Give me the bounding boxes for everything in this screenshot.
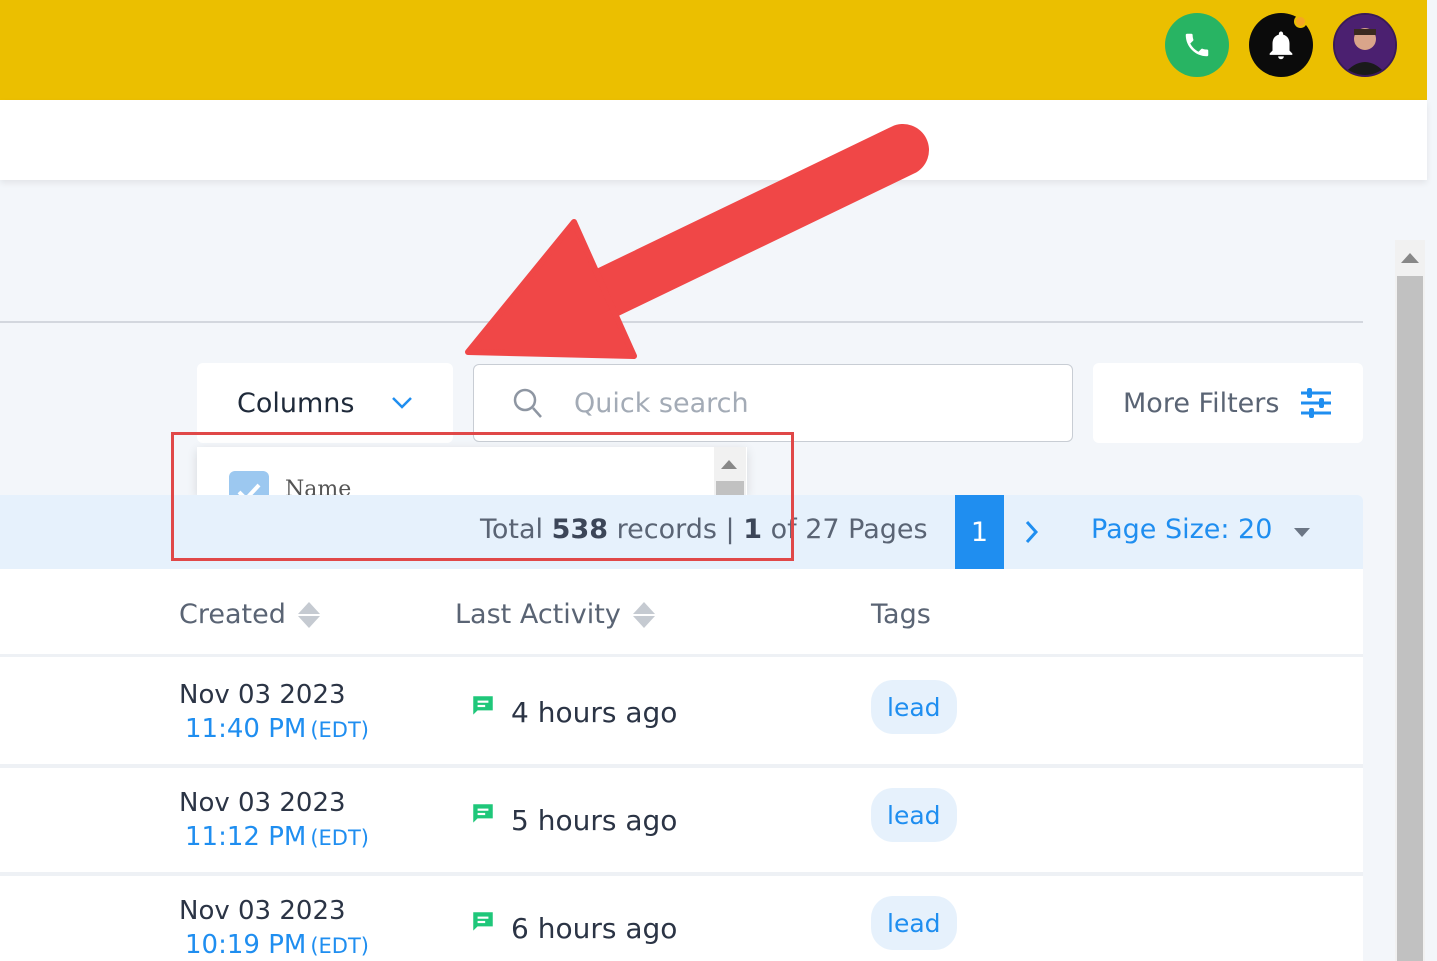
message-icon — [473, 912, 493, 931]
records-label: records | — [616, 514, 735, 545]
sliders-icon — [1301, 388, 1331, 418]
columns-button[interactable]: Columns — [197, 363, 453, 443]
name-column-checkbox[interactable] — [229, 471, 269, 495]
scroll-up-icon[interactable] — [1401, 253, 1419, 263]
dropdown-scrollbar[interactable] — [714, 447, 746, 495]
created-time: 11:12 PM (EDT) — [185, 822, 369, 852]
timezone: (EDT) — [310, 826, 369, 850]
created-time: 11:40 PM (EDT) — [185, 714, 369, 744]
header-tags-label: Tags — [871, 599, 931, 630]
message-icon — [473, 696, 493, 715]
contacts-table: Created Last Activity Tags Nov 03 2023 1… — [0, 569, 1363, 961]
tag-badge[interactable]: lead — [871, 896, 957, 950]
of-pages-label: of 27 Pages — [770, 514, 928, 545]
more-filters-label: More Filters — [1123, 387, 1280, 419]
time-value: 11:40 PM — [185, 714, 307, 744]
avatar-icon — [1335, 15, 1395, 75]
bell-icon — [1269, 31, 1293, 60]
caret-down-icon[interactable] — [1294, 528, 1310, 537]
phone-button[interactable] — [1165, 13, 1229, 77]
name-column-label: Name — [285, 477, 352, 495]
notification-dot — [1294, 15, 1307, 28]
timezone: (EDT) — [310, 934, 369, 958]
table-row[interactable]: Nov 03 2023 11:40 PM (EDT) 4 hours ago le… — [0, 660, 1363, 768]
top-bar — [0, 0, 1427, 100]
columns-dropdown: Name — [197, 447, 747, 495]
last-activity: 4 hours ago — [511, 696, 678, 729]
scroll-up-icon[interactable] — [721, 460, 737, 469]
current-page: 1 — [743, 514, 763, 545]
columns-label: Columns — [237, 387, 355, 419]
table-row[interactable]: Nov 03 2023 11:12 PM (EDT) 5 hours ago le… — [0, 768, 1363, 876]
sort-icon[interactable] — [297, 600, 320, 630]
search-input[interactable] — [574, 383, 1034, 423]
sub-header — [0, 100, 1427, 180]
page-size-select[interactable]: Page Size: 20 — [1091, 514, 1272, 545]
table-header: Created Last Activity Tags — [0, 569, 1363, 657]
page-scrollbar[interactable] — [1395, 240, 1425, 961]
phone-icon — [1185, 33, 1209, 57]
timezone: (EDT) — [310, 718, 369, 742]
search-icon — [513, 388, 542, 418]
dropdown-scroll-thumb[interactable] — [716, 481, 744, 495]
total-prefix: Total — [480, 514, 544, 545]
header-created-label: Created — [179, 599, 286, 630]
scroll-thumb[interactable] — [1397, 276, 1423, 961]
section-divider — [0, 321, 1363, 323]
header-tags: Tags — [871, 599, 931, 630]
check-icon — [237, 483, 261, 495]
more-filters-button[interactable]: More Filters — [1093, 363, 1363, 443]
last-activity: 5 hours ago — [511, 804, 678, 837]
table-row[interactable]: Nov 03 2023 10:19 PM (EDT) 6 hours ago le… — [0, 876, 1363, 961]
last-activity: 6 hours ago — [511, 912, 678, 945]
created-date: Nov 03 2023 — [179, 680, 346, 710]
tag-badge[interactable]: lead — [871, 788, 957, 842]
quick-search[interactable] — [473, 364, 1073, 442]
created-date: Nov 03 2023 — [179, 788, 346, 818]
time-value: 11:12 PM — [185, 822, 307, 852]
chevron-down-icon — [392, 397, 412, 409]
total-records: Total 538 records | 1 of 27 Pages — [480, 514, 928, 545]
chevron-right-icon[interactable] — [1021, 517, 1043, 547]
sort-icon[interactable] — [632, 600, 655, 630]
total-count: 538 — [551, 514, 609, 545]
message-icon — [473, 804, 493, 823]
header-last-activity-label: Last Activity — [455, 599, 621, 630]
time-value: 10:19 PM — [185, 930, 307, 960]
header-last-activity[interactable]: Last Activity — [455, 599, 655, 630]
notifications-button[interactable] — [1249, 13, 1313, 77]
header-created[interactable]: Created — [179, 599, 320, 630]
page-button-1[interactable]: 1 — [955, 495, 1004, 569]
pagination-bar: Total 538 records | 1 of 27 Pages 1 Page… — [0, 495, 1363, 569]
tag-badge[interactable]: lead — [871, 680, 957, 734]
user-avatar[interactable] — [1333, 13, 1397, 77]
created-date: Nov 03 2023 — [179, 896, 346, 926]
created-time: 10:19 PM (EDT) — [185, 930, 369, 960]
